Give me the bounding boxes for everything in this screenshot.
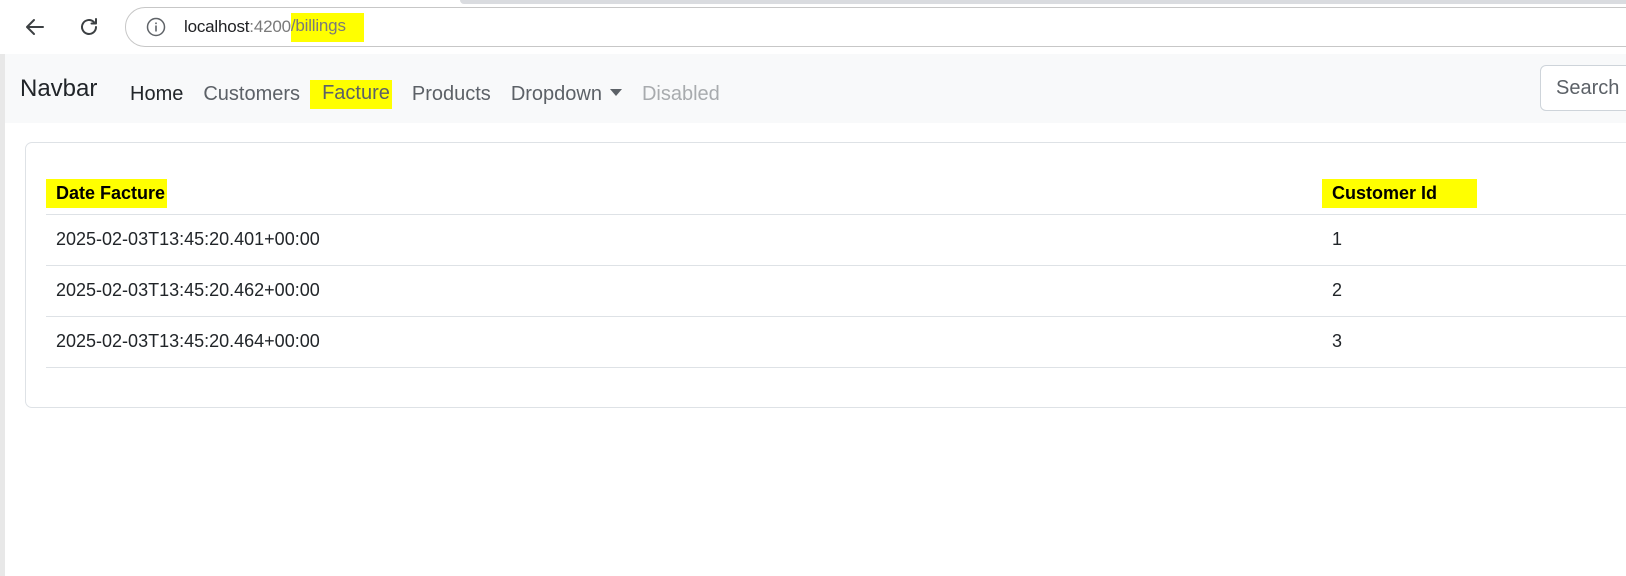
table-row: 2025-02-03T13:45:20.401+00:00 1 — [46, 214, 1626, 266]
cell-customer-id: 3 — [1322, 316, 1626, 368]
navbar-brand[interactable]: Navbar — [20, 75, 97, 103]
nav-dropdown-toggle[interactable]: Dropdown — [511, 83, 622, 106]
cell-date-facture: 2025-02-03T13:45:20.462+00:00 — [46, 265, 1322, 317]
billings-card: Date Facture Customer Id 2025-02-03T13:4… — [25, 142, 1626, 408]
url-text[interactable]: localhost :4200 /billings — [184, 12, 364, 42]
header-label-date-facture: Date Facture — [46, 179, 168, 209]
table-row: 2025-02-03T13:45:20.464+00:00 3 — [46, 316, 1626, 368]
billings-table: Date Facture Customer Id 2025-02-03T13:4… — [46, 174, 1626, 368]
header-label-customer-id: Customer Id — [1322, 179, 1478, 209]
nav-links: Home Customers Facture Products Dropdown… — [130, 79, 740, 109]
address-bar[interactable]: localhost :4200 /billings — [125, 7, 1626, 47]
cell-date-facture: 2025-02-03T13:45:20.401+00:00 — [46, 214, 1322, 266]
caret-down-icon — [609, 88, 622, 96]
url-host: localhost — [184, 17, 250, 36]
back-button[interactable] — [18, 10, 52, 44]
nav-link-products[interactable]: Products — [412, 83, 491, 106]
cell-date-facture: 2025-02-03T13:45:20.464+00:00 — [46, 316, 1322, 368]
table-header-row: Date Facture Customer Id — [46, 174, 1626, 215]
window-edge — [0, 54, 5, 576]
nav-link-facture[interactable]: Facture — [310, 79, 392, 109]
arrow-left-icon — [26, 19, 44, 35]
column-header-customer-id: Customer Id — [1322, 174, 1626, 215]
nav-link-disabled: Disabled — [641, 82, 720, 105]
info-icon — [146, 17, 166, 37]
url-path: /billings — [290, 12, 364, 42]
table-row: 2025-02-03T13:45:20.462+00:00 2 — [46, 265, 1626, 317]
nav-dropdown-label: Dropdown — [510, 82, 602, 105]
navbar: Navbar Home Customers Facture Products D… — [5, 54, 1626, 123]
url-port: :4200 — [249, 17, 291, 36]
nav-link-home[interactable]: Home — [130, 83, 183, 106]
reload-icon — [81, 18, 97, 35]
site-info-button[interactable] — [146, 17, 166, 37]
cell-customer-id: 2 — [1322, 265, 1626, 317]
column-header-date-facture: Date Facture — [46, 174, 1322, 215]
search-input[interactable] — [1540, 65, 1626, 111]
nav-link-customers[interactable]: Customers — [203, 83, 300, 106]
reload-button[interactable] — [72, 10, 106, 44]
browser-toolbar: localhost :4200 /billings — [0, 0, 1626, 54]
tab-strip-edge — [460, 0, 1626, 4]
cell-customer-id: 1 — [1322, 214, 1626, 266]
